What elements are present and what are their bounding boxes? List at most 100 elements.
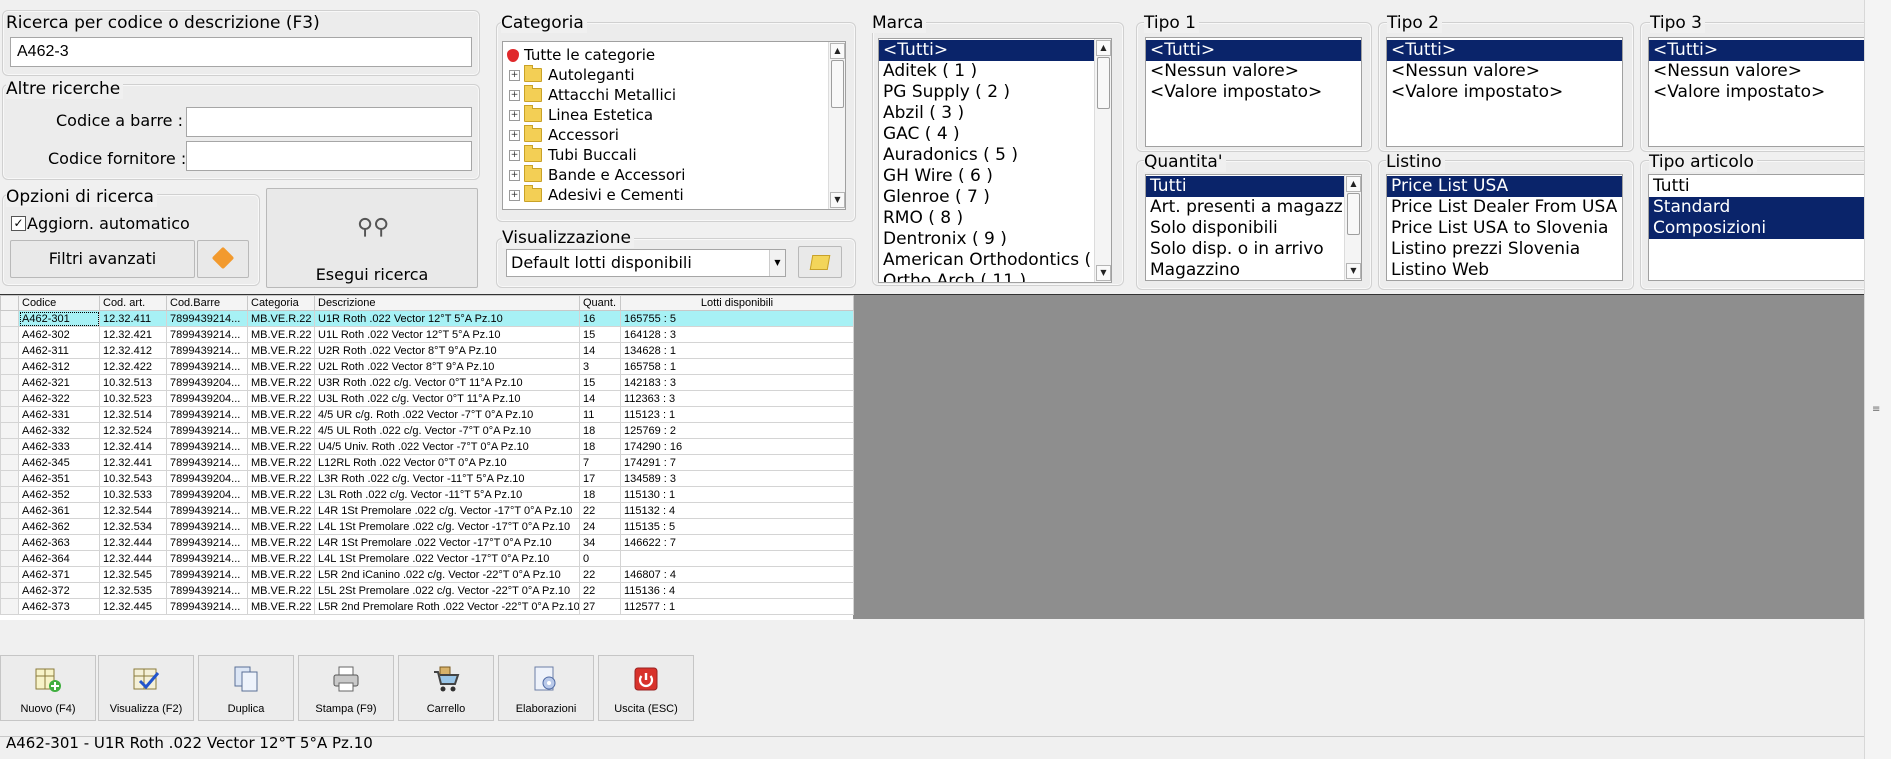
row-indicator[interactable] (0, 374, 19, 391)
row-indicator[interactable] (0, 422, 19, 439)
column-header[interactable]: Codice (18, 295, 100, 311)
row-indicator[interactable] (0, 566, 19, 583)
list-item[interactable]: Glenroe ( 7 ) (879, 187, 1111, 208)
table-row[interactable]: A462-361 12.32.544 7899439214... MB.VE.R.22… (0, 502, 854, 519)
tree-item[interactable]: + Linea Estetica (503, 105, 845, 125)
auto-update-checkbox[interactable]: ✓ (11, 216, 26, 231)
tree-item[interactable]: + Autoleganti (503, 65, 845, 85)
scroll-down-icon[interactable]: ▼ (830, 192, 845, 208)
table-row[interactable]: A462-352 10.32.533 7899439204... MB.VE.R.22… (0, 486, 854, 503)
table-row[interactable]: A462-333 12.32.414 7899439214... MB.VE.R.22… (0, 438, 854, 455)
list-item[interactable]: PG Supply ( 2 ) (879, 82, 1111, 103)
elaborazioni-button[interactable]: Elaborazioni (498, 655, 594, 721)
type1-list[interactable]: <Tutti> <Nessun valore> <Valore impostat… (1145, 37, 1362, 147)
list-item[interactable]: <Valore impostato> (1649, 82, 1867, 103)
search-input[interactable] (10, 37, 472, 67)
scroll-thumb[interactable] (1347, 193, 1360, 235)
scroll-up-icon[interactable]: ▲ (1096, 40, 1111, 56)
table-row[interactable]: A462-322 10.32.523 7899439204... MB.VE.R.22… (0, 390, 854, 407)
scroll-up-icon[interactable]: ▲ (830, 43, 845, 59)
list-item[interactable]: Composizioni (1649, 218, 1867, 239)
list-item[interactable]: Magazzino (1146, 260, 1361, 280)
expand-icon[interactable]: + (509, 169, 520, 181)
table-row[interactable]: A462-321 10.32.513 7899439204... MB.VE.R.22… (0, 374, 854, 391)
column-header[interactable]: Descrizione (314, 295, 580, 311)
advanced-filters-button[interactable]: Filtri avanzati (10, 240, 195, 278)
results-table[interactable]: Codice Cod. art. Cod.Barre Categoria Descriz… (0, 295, 854, 615)
quantity-scrollbar[interactable]: ▲ ▼ (1344, 175, 1361, 280)
row-indicator[interactable] (0, 358, 19, 375)
list-item[interactable]: <Nessun valore> (1387, 61, 1622, 82)
tree-item[interactable]: + Tubi Buccali (503, 145, 845, 165)
tree-item[interactable]: + Adesivi e Cementi (503, 185, 845, 205)
scroll-up-icon[interactable]: ▲ (1346, 176, 1361, 192)
table-row[interactable]: A462-363 12.32.444 7899439214... MB.VE.R.22… (0, 534, 854, 551)
open-folder-button[interactable] (798, 246, 842, 278)
table-row[interactable]: A462-351 10.32.543 7899439204... MB.VE.R.22… (0, 470, 854, 487)
list-item[interactable]: Price List USA (1387, 176, 1622, 197)
brand-scrollbar[interactable]: ▲ ▼ (1094, 39, 1111, 282)
row-indicator[interactable] (0, 342, 19, 359)
duplica-button[interactable]: Duplica (198, 655, 294, 721)
table-row[interactable]: A462-371 12.32.545 7899439214... MB.VE.R.22… (0, 566, 854, 583)
table-row[interactable]: A462-302 12.32.421 7899439214... MB.VE.R.22… (0, 326, 854, 343)
list-item[interactable]: <Tutti> (1649, 40, 1867, 61)
row-indicator[interactable] (0, 454, 19, 471)
list-item[interactable]: Standard (1649, 197, 1867, 218)
nuovo-button[interactable]: Nuovo (F4) (0, 655, 96, 721)
list-item[interactable]: Abzil ( 3 ) (879, 103, 1111, 124)
stampa-button[interactable]: Stampa (F9) (298, 655, 394, 721)
expand-icon[interactable]: + (509, 89, 520, 101)
list-item[interactable]: <Valore impostato> (1146, 82, 1361, 103)
table-row[interactable]: A462-332 12.32.524 7899439214... MB.VE.R.22… (0, 422, 854, 439)
expand-icon[interactable]: + (509, 129, 520, 141)
row-indicator[interactable] (0, 518, 19, 535)
scroll-thumb[interactable] (831, 60, 844, 108)
list-item[interactable]: Auradonics ( 5 ) (879, 145, 1111, 166)
column-header[interactable]: Quant. (579, 295, 621, 311)
type2-list[interactable]: <Tutti> <Nessun valore> <Valore impostat… (1386, 37, 1623, 147)
expand-icon[interactable]: + (509, 69, 520, 81)
visualizza-button[interactable]: Visualizza (F2) (98, 655, 194, 721)
row-indicator[interactable] (0, 598, 19, 615)
table-row[interactable]: A462-372 12.32.535 7899439214... MB.VE.R.22… (0, 582, 854, 599)
row-indicator[interactable] (0, 550, 19, 567)
list-item[interactable]: <Valore impostato> (1387, 82, 1622, 103)
scroll-thumb[interactable] (1097, 57, 1110, 109)
table-row[interactable]: A462-373 12.32.445 7899439214... MB.VE.R.22… (0, 598, 854, 615)
list-item[interactable]: Tutti (1649, 176, 1867, 197)
barcode-field[interactable] (186, 107, 472, 137)
list-item[interactable]: Price List USA to Slovenia (1387, 218, 1622, 239)
table-row[interactable]: A462-331 12.32.514 7899439214... MB.VE.R.22… (0, 406, 854, 423)
row-indicator[interactable] (0, 406, 19, 423)
category-scrollbar[interactable]: ▲ ▼ (828, 42, 845, 209)
list-item[interactable]: GAC ( 4 ) (879, 124, 1111, 145)
table-row[interactable]: A462-312 12.32.422 7899439214... MB.VE.R.22… (0, 358, 854, 375)
tree-item[interactable]: + Accessori (503, 125, 845, 145)
list-item[interactable]: GH Wire ( 6 ) (879, 166, 1111, 187)
table-row[interactable]: A462-362 12.32.534 7899439214... MB.VE.R.22… (0, 518, 854, 535)
column-header[interactable]: Cod.Barre (166, 295, 248, 311)
brand-list[interactable]: <Tutti> Aditek ( 1 ) PG Supply ( 2 ) Abz… (878, 38, 1112, 283)
list-item[interactable]: <Nessun valore> (1649, 61, 1867, 82)
list-item[interactable]: Listino Web (1387, 260, 1622, 280)
uscita-button[interactable]: Uscita (ESC) (598, 655, 694, 721)
expand-icon[interactable]: + (509, 149, 520, 161)
column-header[interactable]: Categoria (247, 295, 315, 311)
list-item[interactable]: American Orthodontics ( 10 ) (879, 250, 1111, 271)
scroll-down-icon[interactable]: ▼ (1096, 265, 1111, 281)
type3-list[interactable]: <Tutti> <Nessun valore> <Valore impostat… (1648, 37, 1868, 147)
list-item[interactable]: Ortho Arch ( 11 ) (879, 271, 1111, 282)
quantity-list[interactable]: Tutti Art. presenti a magazzino Solo dis… (1145, 174, 1362, 281)
list-item[interactable]: Solo disp. o in arrivo (1146, 239, 1361, 260)
resize-grip-icon[interactable]: ≡ (1872, 404, 1880, 415)
run-search-button[interactable]: ⚲⚲ Esegui ricerca (266, 188, 478, 288)
table-row[interactable]: A462-345 12.32.441 7899439214... MB.VE.R.22… (0, 454, 854, 471)
category-tree[interactable]: Tutte le categorie + Autoleganti + Attacch… (502, 41, 846, 210)
table-row[interactable]: A462-364 12.32.444 7899439214... MB.VE.R.22… (0, 550, 854, 567)
row-indicator[interactable] (0, 470, 19, 487)
list-item[interactable]: Listino prezzi Slovenia (1387, 239, 1622, 260)
list-item[interactable]: <Nessun valore> (1146, 61, 1361, 82)
row-indicator[interactable] (0, 390, 19, 407)
tree-item[interactable]: + Bande e Accessori (503, 165, 845, 185)
